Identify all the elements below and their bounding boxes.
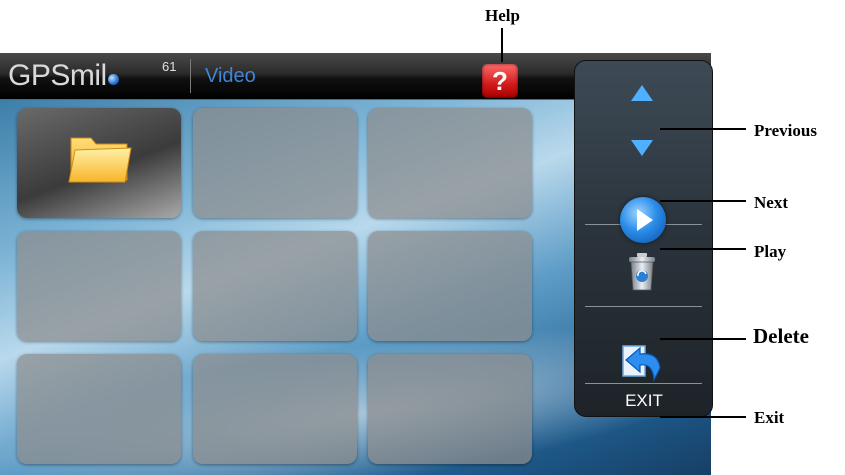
grid-tile[interactable] (193, 231, 357, 341)
callout-line-previous (660, 128, 746, 130)
grid-tile[interactable] (17, 231, 181, 341)
question-icon: ? (492, 66, 508, 96)
title-divider (190, 59, 191, 93)
brand-name: GPSmil (8, 59, 107, 92)
callout-exit: Exit (754, 408, 785, 427)
grid-tile[interactable] (17, 354, 181, 464)
next-button[interactable] (575, 116, 712, 171)
play-icon (620, 197, 666, 243)
callout-line-play (660, 248, 746, 250)
page-title: Video (205, 65, 256, 87)
callout-help: Help (485, 6, 520, 25)
callout-line-help (501, 28, 503, 62)
brand-dot-icon (107, 74, 119, 85)
callout-line-delete (660, 338, 746, 340)
callout-line-exit (660, 416, 746, 418)
callout-play: Play (754, 242, 787, 261)
callout-line-next (660, 200, 746, 202)
grid-tile[interactable] (193, 108, 357, 218)
previous-button[interactable] (575, 61, 712, 116)
exit-label: EXIT (625, 391, 663, 410)
brand-superscript: 61 (162, 59, 177, 74)
grid-tile[interactable] (368, 231, 532, 341)
folder-icon (68, 137, 132, 183)
trash-icon[interactable] (626, 252, 658, 292)
grid-tile-folder[interactable] (17, 108, 181, 218)
exit-icon[interactable] (620, 344, 666, 386)
grid-tile[interactable] (193, 354, 357, 464)
help-button[interactable]: ? (482, 64, 518, 98)
grid-tile[interactable] (368, 108, 532, 218)
arrow-down-icon (631, 140, 653, 156)
grid-tile[interactable] (368, 354, 532, 464)
panel-divider (585, 306, 702, 307)
control-panel: EXIT (574, 60, 713, 417)
brand-logo: GPSmil (8, 59, 119, 93)
callout-next: Next (754, 193, 788, 212)
arrow-up-icon (631, 85, 653, 101)
callout-delete: Delete (753, 324, 809, 348)
callout-previous: Previous (754, 121, 817, 140)
